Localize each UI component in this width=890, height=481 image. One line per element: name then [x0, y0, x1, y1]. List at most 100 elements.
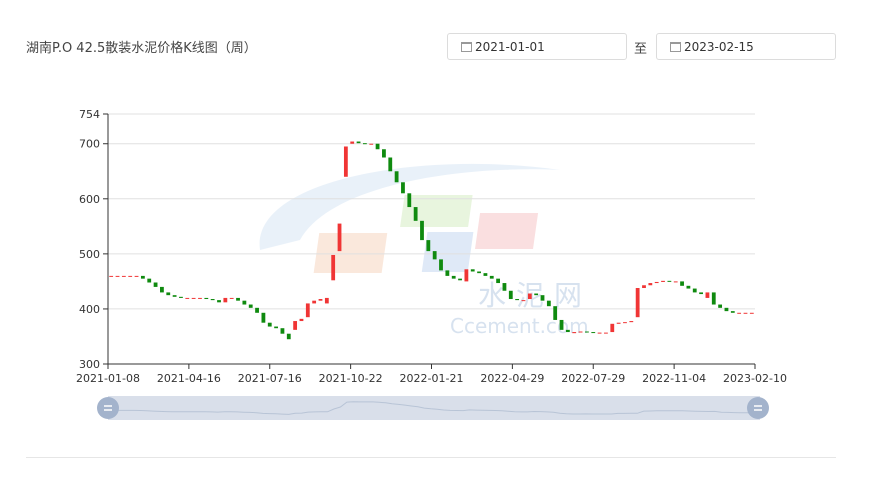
candle	[496, 278, 501, 284]
candle	[470, 269, 475, 272]
candle	[661, 280, 665, 282]
candle	[356, 141, 361, 144]
zoom-handle-left[interactable]	[97, 397, 119, 419]
candle	[711, 292, 716, 305]
candle	[420, 220, 424, 241]
candle	[572, 332, 577, 334]
y-tick-label: 500	[79, 248, 100, 261]
candle	[388, 157, 393, 172]
candle	[515, 299, 520, 301]
candle	[629, 321, 634, 323]
x-tick-label: 2021-01-08	[76, 372, 140, 385]
x-tick-label: 2021-10-22	[319, 372, 383, 385]
candle	[680, 281, 684, 286]
candle	[160, 286, 164, 293]
x-tick-label: 2021-07-16	[238, 372, 302, 385]
candle	[299, 318, 304, 322]
candle	[489, 275, 494, 279]
candle	[343, 146, 348, 177]
zoom-handle-right[interactable]	[747, 397, 769, 419]
candle	[293, 321, 298, 330]
candle	[565, 329, 570, 333]
candle	[401, 182, 405, 194]
candle	[229, 297, 234, 299]
candle	[610, 323, 615, 333]
candle	[667, 280, 672, 282]
candle	[172, 295, 177, 297]
candle	[553, 306, 558, 320]
candle	[648, 283, 653, 286]
candle	[623, 322, 627, 324]
candle	[394, 171, 399, 183]
candle	[737, 312, 742, 314]
watermark-text: Ccement.com	[450, 314, 589, 338]
candle	[312, 300, 317, 304]
y-tick-label: 300	[79, 358, 100, 371]
candle	[217, 300, 221, 303]
candle	[198, 297, 202, 299]
candle	[686, 285, 691, 289]
candle	[248, 304, 253, 308]
candle	[749, 312, 754, 314]
candle	[534, 293, 539, 296]
candle	[616, 322, 621, 324]
candle	[743, 312, 748, 314]
candle	[261, 312, 266, 323]
candle	[369, 143, 374, 145]
candle	[134, 275, 139, 277]
candle	[267, 322, 272, 327]
candle	[331, 254, 336, 281]
candle	[591, 332, 596, 334]
candle	[692, 288, 697, 293]
x-tick-label: 2022-01-21	[400, 372, 464, 385]
candle	[724, 307, 729, 312]
watermark-block	[421, 232, 474, 272]
candle	[153, 282, 158, 287]
candle	[236, 297, 240, 301]
watermark-block	[475, 213, 539, 249]
candle	[559, 319, 564, 330]
candle	[179, 296, 183, 298]
candle	[730, 311, 735, 313]
candle	[337, 223, 342, 252]
candle	[604, 332, 608, 334]
candle	[439, 259, 443, 271]
candle	[185, 297, 190, 299]
candle	[242, 300, 247, 305]
candle	[204, 297, 209, 300]
candle	[705, 292, 710, 298]
candle	[597, 332, 602, 334]
candle	[527, 293, 532, 300]
candle	[362, 143, 367, 145]
candle	[483, 273, 488, 276]
candle	[673, 281, 678, 283]
candle	[654, 281, 659, 284]
candle	[324, 297, 329, 304]
candle	[382, 149, 386, 158]
y-tick-label: 600	[79, 193, 100, 206]
candle	[432, 251, 437, 260]
candle	[140, 275, 145, 279]
candle	[318, 299, 323, 301]
candle	[699, 292, 703, 295]
candle	[578, 331, 583, 333]
candle	[121, 275, 126, 277]
candle	[210, 299, 215, 301]
candle	[464, 269, 469, 282]
candle	[508, 290, 513, 300]
y-tick-label: 754	[79, 108, 100, 121]
candle	[546, 300, 551, 307]
candle	[426, 240, 431, 252]
candle	[642, 285, 646, 289]
candle	[274, 326, 278, 329]
divider	[26, 457, 836, 458]
candle	[255, 307, 259, 313]
x-tick-label: 2022-07-29	[561, 372, 625, 385]
y-tick-label: 400	[79, 303, 100, 316]
candle	[115, 275, 120, 277]
zoom-slider-track[interactable]	[108, 396, 760, 420]
candle	[407, 193, 412, 208]
x-tick-label: 2023-02-10	[723, 372, 787, 385]
candle	[350, 141, 355, 144]
candle	[280, 328, 285, 334]
